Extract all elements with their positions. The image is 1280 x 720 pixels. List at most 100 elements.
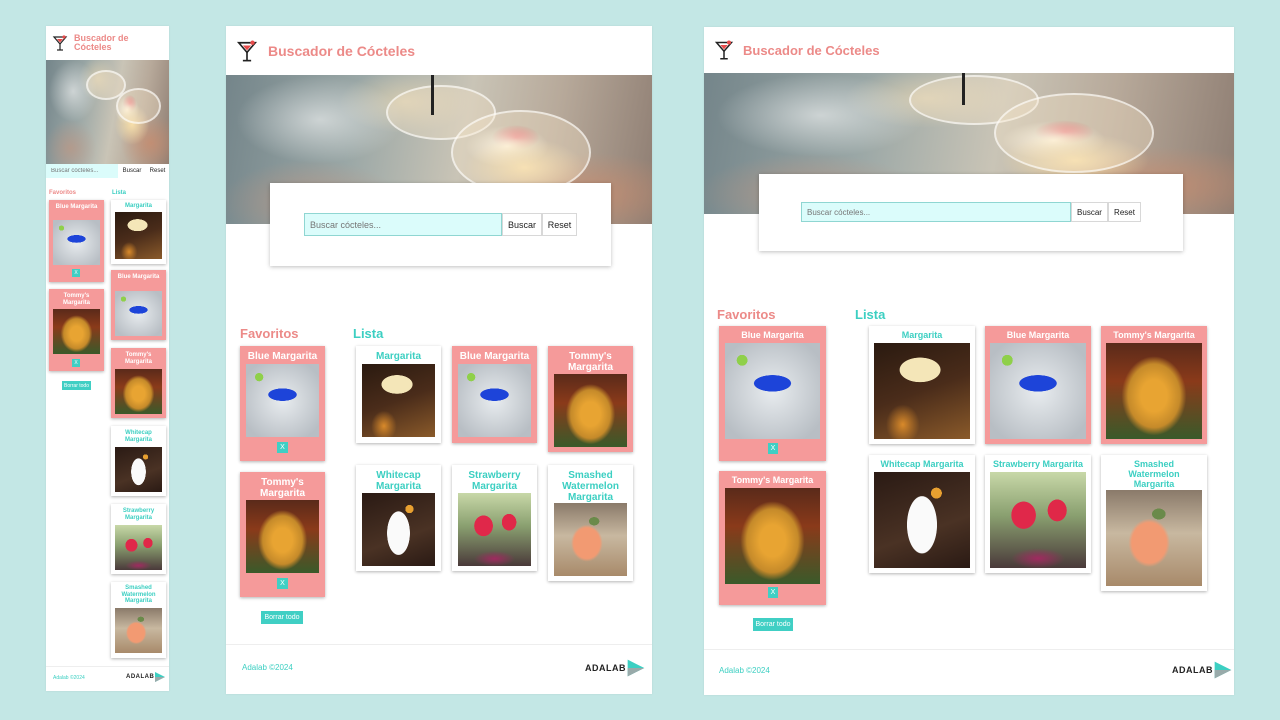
search-input[interactable] (46, 164, 118, 178)
favorite-card[interactable]: Tommy's Margarita X (49, 289, 104, 371)
card-name: Tommy's Margarita (124, 352, 152, 365)
cocktail-card[interactable]: Whitecap Margarita (869, 455, 975, 573)
card-name: Blue Margarita (741, 330, 804, 340)
card-name: Margarita (901, 330, 943, 340)
cocktail-image (362, 364, 435, 437)
search-bar: Buscar Reset (304, 213, 577, 236)
cocktail-card[interactable]: Strawberry Margarita (985, 455, 1091, 573)
adalab-logo: ADALAB (1172, 660, 1233, 680)
play-arrow-icon (1214, 661, 1232, 679)
card-name: Tommy's Margarita (62, 293, 90, 306)
reset-button[interactable]: Reset (542, 213, 577, 236)
cocktail-image (362, 493, 435, 566)
cocktail-image (554, 503, 627, 576)
remove-favorite-button[interactable]: X (768, 443, 778, 454)
footer: Adalab ©2024 ADALAB (226, 644, 652, 694)
glass-shape (116, 88, 161, 124)
cocktail-image (115, 212, 162, 259)
card-name: Blue Margarita (459, 351, 530, 362)
search-bar: Buscar Reset (801, 202, 1141, 222)
list-title: Lista (855, 307, 886, 322)
cocktail-card[interactable]: Tommy's Margarita (111, 348, 166, 418)
card-name: Smashed Watermelon Margarita (562, 470, 619, 503)
cocktail-image (115, 369, 162, 414)
remove-favorite-button[interactable]: X (277, 578, 288, 589)
cocktail-card[interactable]: Tommy's Margarita (1101, 326, 1207, 444)
search-button[interactable]: Buscar (118, 164, 146, 178)
clear-favorites-button[interactable]: Borrar todo (62, 381, 91, 390)
cocktail-glass-icon (714, 38, 734, 62)
cocktail-card[interactable]: Strawberry Margarita (111, 504, 166, 574)
favorites-title: Favoritos (49, 190, 77, 196)
cocktail-card[interactable]: Smashed Watermelon Margarita (111, 582, 166, 658)
footer: Adalab ©2024 ADALAB (704, 649, 1234, 695)
cocktail-card[interactable]: Blue Margarita (111, 270, 166, 340)
search-button[interactable]: Buscar (502, 213, 542, 236)
header: Buscador de Cócteles (226, 26, 652, 75)
card-name: Blue Margarita (247, 351, 318, 362)
cocktail-image (725, 488, 820, 584)
cocktail-image (246, 364, 319, 437)
cocktail-image (1106, 490, 1202, 586)
list-title: Lista (353, 326, 384, 341)
play-arrow-icon (627, 659, 645, 677)
adalab-logo: ADALAB (126, 671, 166, 683)
cocktail-image (725, 343, 820, 439)
cocktail-image (990, 343, 1086, 439)
header: Buscador de Cócteles (704, 27, 1234, 73)
favorite-card[interactable]: Blue Margarita X (49, 200, 104, 282)
card-name: Blue Margarita (1006, 330, 1070, 340)
copyright-text: Adalab ©2024 (53, 675, 85, 681)
reset-button[interactable]: Reset (146, 164, 169, 178)
remove-favorite-button[interactable]: X (72, 269, 80, 277)
cocktail-card[interactable]: Whitecap Margarita (356, 465, 441, 571)
favorite-card[interactable]: Tommy's Margarita X (240, 472, 325, 597)
copyright-text: Adalab ©2024 (242, 663, 293, 672)
cocktail-card[interactable]: Margarita (111, 200, 166, 264)
cocktail-card[interactable]: Margarita (869, 326, 975, 444)
card-name: Smashed Watermelon Margarita (121, 585, 156, 605)
card-name: Smashed Watermelon Margarita (1128, 459, 1180, 489)
cocktail-image (246, 500, 319, 573)
cocktail-card[interactable]: Smashed Watermelon Margarita (548, 465, 633, 581)
reset-button[interactable]: Reset (1108, 202, 1141, 222)
cocktail-card[interactable]: Whitecap Margarita (111, 426, 166, 496)
search-input[interactable] (304, 213, 502, 236)
favorites-title: Favoritos (240, 326, 299, 341)
cocktail-image (115, 291, 162, 336)
remove-favorite-button[interactable]: X (768, 587, 778, 598)
cocktail-image (874, 472, 970, 568)
adalab-logo: ADALAB (585, 658, 646, 678)
card-name: Strawberry Margarita (992, 459, 1084, 469)
footer: Adalab ©2024 ADALAB (46, 666, 169, 691)
remove-favorite-button[interactable]: X (277, 442, 288, 453)
cocktail-image (115, 447, 162, 492)
cocktail-image (53, 220, 100, 265)
remove-favorite-button[interactable]: X (72, 359, 80, 367)
card-name: Whitecap Margarita (880, 459, 964, 469)
favorite-card[interactable]: Blue Margarita X (240, 346, 325, 461)
cocktail-card[interactable]: Smashed Watermelon Margarita (1101, 455, 1207, 591)
favorite-card[interactable]: Blue Margarita X (719, 326, 826, 461)
cocktail-card[interactable]: Tommy's Margarita (548, 346, 633, 452)
header: Buscador de Cócteles (46, 26, 169, 60)
page-title: Buscador de Cócteles (743, 42, 880, 58)
card-name: Blue Margarita (55, 204, 98, 210)
play-arrow-icon (155, 672, 166, 682)
mobile-preview: Buscador de Cócteles Buscar Reset Favori… (46, 26, 169, 691)
cocktail-image (874, 343, 970, 439)
search-input[interactable] (801, 202, 1071, 222)
glass-shape (994, 93, 1154, 173)
card-name: Whitecap Margarita (375, 470, 421, 492)
clear-favorites-button[interactable]: Borrar todo (261, 611, 303, 624)
cocktail-card[interactable]: Blue Margarita (452, 346, 537, 443)
list-title: Lista (112, 190, 127, 196)
clear-favorites-button[interactable]: Borrar todo (753, 618, 793, 631)
favorite-card[interactable]: Tommy's Margarita X (719, 471, 826, 605)
card-name: Tommy's Margarita (567, 351, 613, 373)
search-button[interactable]: Buscar (1071, 202, 1108, 222)
cocktail-card[interactable]: Blue Margarita (985, 326, 1091, 444)
cocktail-card[interactable]: Margarita (356, 346, 441, 443)
straw-shape (962, 73, 965, 105)
cocktail-card[interactable]: Strawberry Margarita (452, 465, 537, 571)
